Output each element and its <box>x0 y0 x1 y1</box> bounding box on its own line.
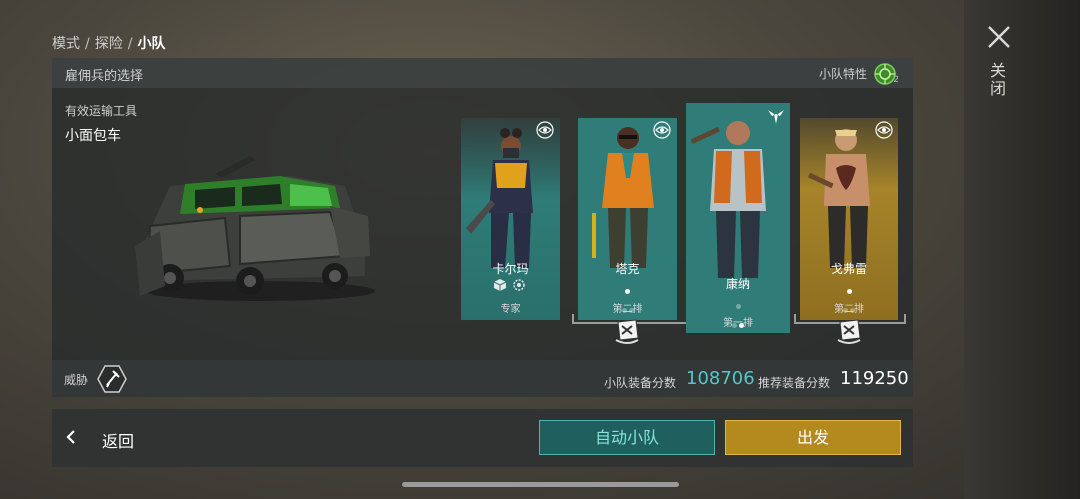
panel-title: 雇佣兵的选择 <box>65 69 144 84</box>
position-dot <box>625 289 630 294</box>
back-button[interactable]: 返回 <box>62 423 162 453</box>
eye-icon <box>875 121 893 139</box>
breadcrumb-separator: / <box>127 36 133 52</box>
gear-icon <box>513 279 525 291</box>
breadcrumb-explore[interactable]: 探险 <box>95 36 123 52</box>
position-dot <box>846 289 852 294</box>
chevron-left-icon <box>66 430 75 444</box>
squad-traits-label[interactable]: 小队特性 <box>819 65 867 82</box>
mercenary-card-tuck[interactable]: 塔克 第二排 <box>578 118 677 320</box>
recommended-score-value: 119250 <box>840 368 909 389</box>
vehicle-name: 小面包车 <box>65 128 121 144</box>
cube-icon <box>493 279 507 291</box>
eye-icon <box>653 121 671 139</box>
ticket-badge-icon <box>615 319 639 344</box>
breadcrumb-mode[interactable]: 模式 <box>52 36 80 52</box>
ticket-badge-icon <box>837 319 861 344</box>
close-label[interactable]: 关闭 <box>987 62 1008 98</box>
threat-label: 威胁 <box>64 373 89 387</box>
squad-traits-count: 2 <box>893 75 899 85</box>
recommended-score-label: 推荐装备分数 <box>758 376 831 390</box>
mercenary-row: 第二排 <box>834 304 864 315</box>
breadcrumb-separator: / <box>85 36 90 52</box>
squad-score-value: 108706 <box>686 368 755 389</box>
mercenary-name: 康纳 <box>725 277 750 291</box>
breadcrumb: 模式 / 探险 / 小队 <box>52 33 165 53</box>
winged-shield-icon <box>768 110 784 124</box>
mercenary-name: 戈弗雷 <box>830 262 867 276</box>
back-label: 返回 <box>102 432 135 451</box>
panel-header: 雇佣兵的选择 小队特性 2 <box>52 58 913 88</box>
depart-button[interactable]: 出发 <box>725 420 901 455</box>
mercenary-role: 专家 <box>500 304 521 315</box>
right-rail <box>964 0 1080 499</box>
mercenary-row: 第一排 <box>723 318 753 329</box>
squad-score-label: 小队装备分数 <box>604 376 677 390</box>
threat-score-bar: 威胁 小队装备分数 108706 推荐装备分数 119250 <box>52 360 913 397</box>
mercenary-card-karma[interactable]: 卡尔玛 专家 <box>461 118 560 320</box>
mercenary-card-connor[interactable]: 康纳 第一排 <box>686 103 790 333</box>
mercenary-row: 第二排 <box>612 304 643 315</box>
eye-icon <box>536 121 554 139</box>
transport-label: 有效运输工具 <box>65 104 138 118</box>
karma-portrait <box>466 128 533 268</box>
auto-squad-button[interactable]: 自动小队 <box>539 420 715 455</box>
breadcrumb-squad: 小队 <box>137 36 166 52</box>
squad-panel: 雇佣兵的选择 小队特性 2 有效运输工具 小面包车 卡尔玛 专家 塔克 第二排 … <box>52 58 913 397</box>
position-dot <box>735 304 741 309</box>
mercenary-card-godfrey[interactable]: 戈弗雷 第二排 <box>800 118 898 320</box>
mercenary-name: 塔克 <box>615 262 640 276</box>
bottom-action-bar: 返回 自动小队 出发 <box>52 409 913 467</box>
close-x-icon[interactable] <box>986 24 1012 50</box>
home-indicator[interactable] <box>402 482 679 487</box>
van-vehicle-image[interactable] <box>130 146 380 306</box>
threat-hexagon-icon[interactable] <box>96 364 128 394</box>
mercenary-name: 卡尔玛 <box>492 262 529 276</box>
